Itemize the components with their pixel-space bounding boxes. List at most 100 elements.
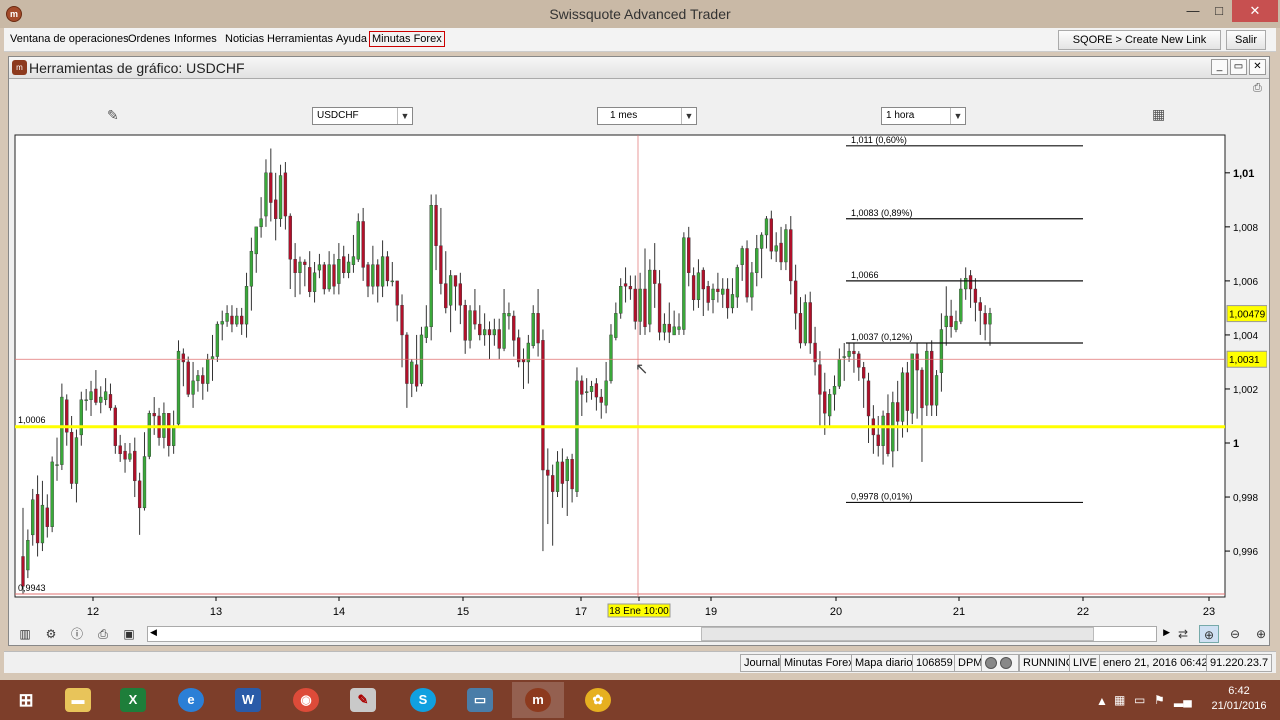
candle-body[interactable] bbox=[575, 380, 579, 492]
candle-body[interactable] bbox=[614, 313, 618, 338]
candle-body[interactable] bbox=[818, 364, 822, 395]
candle-body[interactable] bbox=[973, 288, 978, 303]
taskbar-swissquote[interactable]: m bbox=[512, 682, 564, 718]
candle-body[interactable] bbox=[920, 369, 924, 409]
close-button[interactable]: ✕ bbox=[1232, 0, 1278, 22]
candle-body[interactable] bbox=[808, 302, 812, 344]
candlestick-chart[interactable]: 1,01 1,008 1,006 1,004 1,002 1 0,998 0,996 1,000… bbox=[13, 134, 1267, 624]
menu-minutas-forex[interactable]: Minutas Forex bbox=[369, 31, 445, 47]
candle-body[interactable] bbox=[905, 372, 910, 411]
candle-body[interactable] bbox=[759, 234, 764, 249]
candle-body[interactable] bbox=[672, 326, 676, 336]
candle-body[interactable] bbox=[473, 310, 477, 325]
candle-body[interactable] bbox=[589, 386, 594, 392]
candle-body[interactable] bbox=[74, 437, 79, 484]
candle-body[interactable] bbox=[458, 283, 462, 306]
candle-body[interactable] bbox=[711, 288, 715, 301]
candle-body[interactable] bbox=[886, 413, 890, 455]
candle-body[interactable] bbox=[716, 288, 720, 292]
menu-noticias[interactable]: Noticias bbox=[223, 32, 266, 46]
candle-body[interactable] bbox=[750, 272, 754, 298]
candle-body[interactable] bbox=[954, 321, 958, 330]
candle-body[interactable] bbox=[827, 394, 832, 417]
candle-body[interactable] bbox=[94, 388, 98, 403]
candle-body[interactable] bbox=[196, 375, 200, 382]
candle-body[interactable] bbox=[541, 340, 545, 471]
candle-body[interactable] bbox=[225, 313, 229, 322]
candle-body[interactable] bbox=[31, 499, 35, 536]
candle-body[interactable] bbox=[439, 245, 443, 284]
candle-body[interactable] bbox=[376, 264, 380, 287]
candle-body[interactable] bbox=[740, 248, 744, 265]
candle-body[interactable] bbox=[356, 221, 360, 260]
candle-body[interactable] bbox=[706, 286, 710, 303]
candle-body[interactable] bbox=[730, 294, 735, 309]
candle-body[interactable] bbox=[492, 329, 497, 336]
candle-body[interactable] bbox=[842, 356, 846, 358]
candle-body[interactable] bbox=[677, 326, 681, 330]
candle-body[interactable] bbox=[551, 475, 555, 492]
candle-body[interactable] bbox=[176, 350, 181, 425]
candle-body[interactable] bbox=[444, 283, 448, 309]
taskbar-explorer[interactable]: ▬ bbox=[52, 682, 104, 718]
minimize-button[interactable]: — bbox=[1180, 0, 1206, 22]
taskbar-ie[interactable]: e bbox=[165, 682, 217, 718]
candle-body[interactable] bbox=[764, 218, 769, 236]
taskbar-excel[interactable]: X bbox=[107, 682, 159, 718]
candle-body[interactable] bbox=[254, 226, 258, 255]
candle-body[interactable] bbox=[798, 313, 803, 344]
candle-body[interactable] bbox=[745, 248, 749, 298]
candle-body[interactable] bbox=[662, 323, 667, 333]
candle-body[interactable] bbox=[939, 329, 944, 373]
candle-body[interactable] bbox=[565, 459, 569, 482]
candle-body[interactable] bbox=[487, 329, 492, 336]
candle-body[interactable] bbox=[220, 321, 224, 325]
candle-body[interactable] bbox=[682, 237, 686, 330]
candle-body[interactable] bbox=[293, 259, 297, 273]
candle-body[interactable] bbox=[983, 313, 987, 325]
candle-body[interactable] bbox=[721, 288, 725, 295]
candle-body[interactable] bbox=[512, 315, 516, 341]
candle-body[interactable] bbox=[959, 288, 963, 322]
candle-body[interactable] bbox=[230, 315, 234, 325]
chart-restore-button[interactable]: ▭ bbox=[1230, 59, 1247, 75]
candle-body[interactable] bbox=[857, 353, 861, 368]
candle-body[interactable] bbox=[79, 399, 83, 436]
candle-body[interactable] bbox=[628, 286, 633, 290]
candle-body[interactable] bbox=[128, 453, 132, 460]
candle-body[interactable] bbox=[332, 264, 336, 287]
candle-body[interactable] bbox=[249, 250, 254, 287]
candle-body[interactable] bbox=[103, 391, 108, 400]
candle-body[interactable] bbox=[521, 359, 526, 363]
candle-body[interactable] bbox=[26, 540, 30, 571]
candle-body[interactable] bbox=[385, 256, 390, 282]
indicators-icon[interactable]: ▥ bbox=[15, 625, 35, 643]
candle-body[interactable] bbox=[803, 302, 808, 344]
candle-body[interactable] bbox=[560, 461, 565, 484]
candle-body[interactable] bbox=[278, 175, 283, 219]
candle-body[interactable] bbox=[361, 221, 365, 268]
candle-body[interactable] bbox=[585, 391, 589, 393]
scrollbar-thumb[interactable] bbox=[701, 627, 1094, 641]
candle-body[interactable] bbox=[171, 426, 176, 446]
candle-body[interactable] bbox=[570, 459, 574, 490]
candle-body[interactable] bbox=[910, 353, 914, 414]
chart-close-button[interactable]: ✕ bbox=[1249, 59, 1266, 75]
candle-body[interactable] bbox=[779, 242, 783, 263]
candle-body[interactable] bbox=[696, 272, 701, 301]
candle-body[interactable] bbox=[691, 275, 696, 301]
candle-body[interactable] bbox=[968, 275, 973, 290]
candle-body[interactable] bbox=[900, 372, 905, 422]
candle-body[interactable] bbox=[847, 350, 851, 357]
candle-body[interactable] bbox=[536, 313, 540, 344]
candle-body[interactable] bbox=[186, 361, 190, 395]
taskbar-skype[interactable]: S bbox=[397, 682, 449, 718]
network-icon[interactable]: ▭ bbox=[1134, 693, 1145, 707]
candle-body[interactable] bbox=[390, 280, 394, 283]
candle-body[interactable] bbox=[478, 323, 482, 336]
candle-body[interactable] bbox=[137, 480, 142, 509]
taskbar-app-a[interactable]: ✎ bbox=[337, 682, 389, 718]
candle-body[interactable] bbox=[400, 305, 404, 336]
candle-body[interactable] bbox=[312, 272, 317, 292]
candle-body[interactable] bbox=[725, 288, 730, 309]
